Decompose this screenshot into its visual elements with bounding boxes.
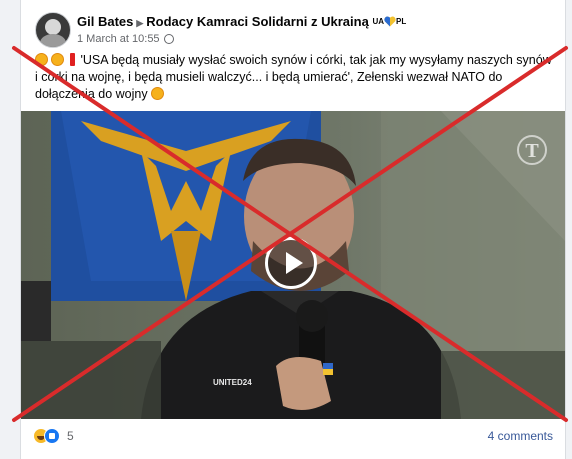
avatar-face xyxy=(45,19,61,35)
post-text: 'USA będą musiały wysłać swoich synów i … xyxy=(35,52,557,103)
group-name[interactable]: Rodacy Kamraci Solidarni z Ukrainą xyxy=(146,14,369,29)
triangle-right-icon: ▶ xyxy=(136,18,144,28)
swearing-face-emoji-icon xyxy=(51,53,65,66)
post-body: 'USA będą musiały wysłać swoich synów i … xyxy=(35,53,552,101)
publisher-watermark: T xyxy=(517,135,547,165)
globe-icon xyxy=(163,34,174,44)
post-card: Gil Bates ▶ Rodacy Kamraci Solidarni z Ukr… xyxy=(20,0,566,459)
post-timestamp[interactable]: 1 March at 10:55 xyxy=(77,33,160,45)
author-avatar[interactable] xyxy=(35,12,71,48)
post-meta: 1 March at 10:55 xyxy=(77,33,174,45)
play-button[interactable] xyxy=(265,237,317,289)
post-footer: 5 4 comments xyxy=(21,419,565,459)
author-name[interactable]: Gil Bates xyxy=(77,14,133,29)
comments-link[interactable]: 4 comments xyxy=(488,429,553,443)
video-player[interactable]: UNITED24 T xyxy=(21,111,565,419)
exclamation-emoji-icon xyxy=(69,53,75,66)
badge-left: UA xyxy=(372,17,384,26)
avatar-shoulders xyxy=(40,34,66,47)
post-title-line: Gil Bates ▶ Rodacy Kamraci Solidarni z Ukr… xyxy=(77,14,406,29)
swearing-face-emoji-icon-end xyxy=(151,87,165,100)
play-icon xyxy=(286,252,303,274)
reaction-count: 5 xyxy=(67,429,74,443)
badge-right: PL xyxy=(396,17,407,26)
heart-icon xyxy=(384,16,396,27)
post-header: Gil Bates ▶ Rodacy Kamraci Solidarni z Ukr… xyxy=(35,12,555,52)
shirt-text: UNITED24 xyxy=(213,378,252,387)
like-reaction-icon xyxy=(44,428,60,444)
angry-face-emoji-icon xyxy=(35,53,48,66)
